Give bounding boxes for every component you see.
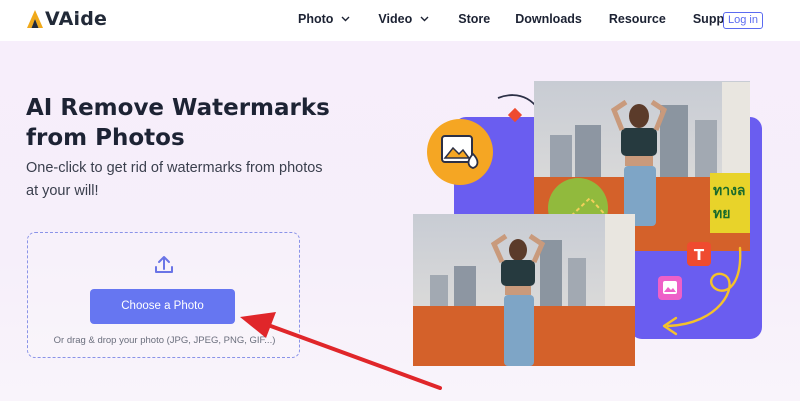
page-subtitle: One-click to get rid of watermarks from … <box>26 160 323 199</box>
chevron-down-icon <box>341 16 350 22</box>
choose-photo-button[interactable]: Choose a Photo <box>90 289 235 324</box>
clean-photo <box>413 214 635 366</box>
nav-item-label: Photo <box>298 12 334 26</box>
upload-dropzone[interactable]: Choose a Photo Or drag & drop your photo… <box>27 232 300 358</box>
svg-text:ทย: ทย <box>713 206 730 222</box>
nav-item-label: Resource <box>608 12 666 26</box>
nav-item-label: Video <box>378 12 413 26</box>
logo-icon <box>27 10 43 28</box>
upload-icon <box>155 256 173 273</box>
nav-item-video[interactable]: Video <box>378 12 429 26</box>
nav-item-label: Downloads <box>515 12 582 26</box>
text-icon: T <box>687 242 711 266</box>
nav-item-photo[interactable]: Photo <box>298 12 350 26</box>
svg-text:T: T <box>694 246 705 264</box>
nav-item-resource[interactable]: Resource <box>609 12 666 26</box>
drop-hint: Or drag & drop your photo (JPG, JPEG, PN… <box>53 335 276 346</box>
main-nav: Photo Video Store Downloads Resource Sup… <box>298 12 741 26</box>
login-button[interactable]: Log in <box>723 12 763 29</box>
image-icon <box>658 276 682 300</box>
image-drop-icon <box>427 119 493 185</box>
page-title: AI Remove Watermarks from Photos <box>26 95 330 151</box>
site-header: VAide Photo Video Store Downloads Resour… <box>0 0 800 41</box>
nav-item-label: Store <box>458 12 491 26</box>
chevron-down-icon <box>420 16 429 22</box>
logo-text: VAide <box>45 8 108 30</box>
svg-text:ทางล: ทางล <box>713 183 746 199</box>
logo[interactable]: VAide <box>27 8 107 30</box>
hero-illustration: ทางล ทย T <box>413 81 762 366</box>
nav-item-downloads[interactable]: Downloads <box>515 12 582 26</box>
nav-item-store[interactable]: Store <box>458 12 490 26</box>
